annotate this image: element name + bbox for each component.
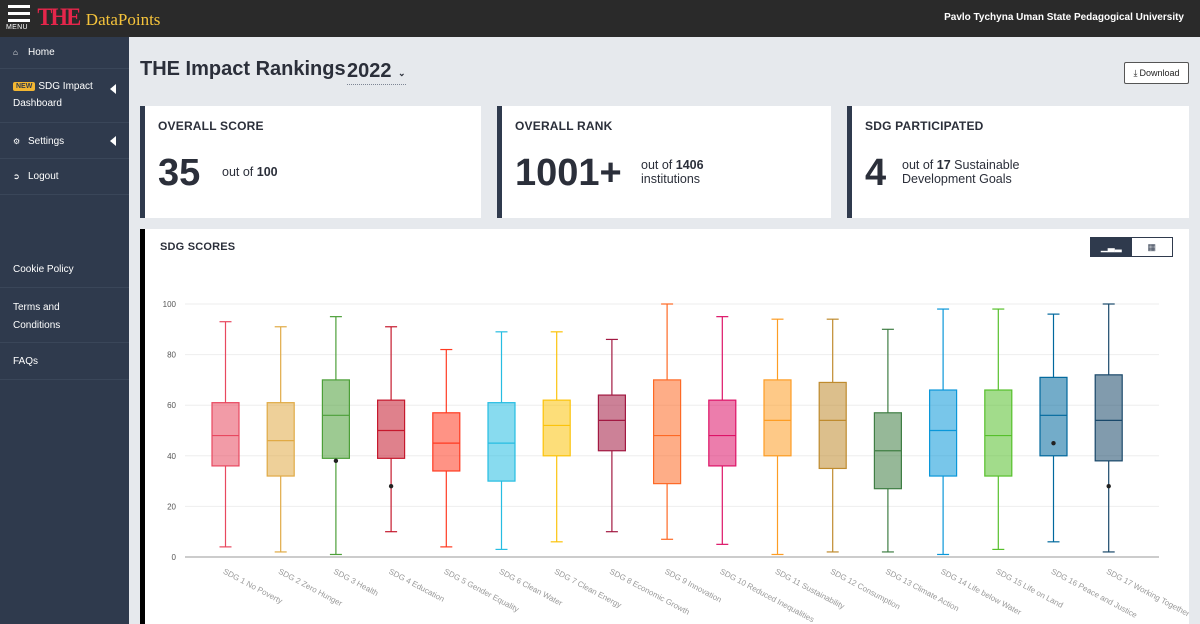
overall-score-value: 35 bbox=[158, 152, 201, 194]
menu-button[interactable]: MENU bbox=[6, 5, 32, 33]
home-icon: ⌂ bbox=[13, 48, 18, 57]
gears-icon: ⚙ bbox=[13, 137, 21, 146]
sub-line2: institutions bbox=[641, 172, 701, 186]
datapoints-logo[interactable]: THE DataPoints bbox=[35, 4, 161, 31]
institution-score-marker bbox=[333, 458, 339, 464]
logo-the: THE bbox=[37, 4, 81, 31]
institution-score-marker bbox=[1106, 483, 1111, 489]
box bbox=[818, 381, 847, 470]
y-tick-label: 100 bbox=[163, 300, 177, 309]
menu-label: MENU bbox=[6, 24, 28, 31]
sdg-boxplot-chart: 020406080100SDG 1 No PovertySDG 2 Zero H… bbox=[163, 300, 1189, 624]
caret-left-icon bbox=[110, 84, 116, 94]
sidebar-item-home[interactable]: ⌂ Home bbox=[0, 37, 129, 69]
sdg-participated-value: 4 bbox=[865, 152, 887, 194]
y-tick-label: 20 bbox=[167, 502, 176, 511]
x-tick-label: SDG 3 Health bbox=[332, 567, 380, 598]
box bbox=[377, 399, 406, 459]
box bbox=[432, 412, 461, 472]
sub-prefix: out of bbox=[902, 158, 934, 172]
box bbox=[928, 389, 958, 477]
box bbox=[266, 402, 295, 477]
top-bar: MENU THE DataPoints Pavlo Tychyna Uman S… bbox=[0, 0, 1200, 37]
box bbox=[763, 379, 792, 457]
sub-prefix: out of bbox=[222, 165, 254, 179]
overall-rank-value: 1001+ bbox=[515, 152, 622, 194]
box bbox=[708, 399, 737, 467]
sdg-scores-card: SDG SCORES ▁▃▂ ▦ 0 20 40 60 80 100 SDG 1 No Po… bbox=[140, 229, 1189, 624]
sub-bold: 1406 bbox=[675, 158, 704, 172]
x-tick-label: SDG 10 Reduced Inequalities bbox=[718, 567, 815, 624]
sidebar-item-faqs[interactable]: FAQs bbox=[0, 343, 129, 380]
card-title: SDG PARTICIPATED bbox=[865, 119, 984, 133]
y-tick-label: 40 bbox=[167, 452, 176, 461]
sidebar-item-label: Terms and bbox=[13, 302, 60, 313]
x-tick-label: SDG 1 No Poverty bbox=[222, 567, 284, 606]
box bbox=[1094, 374, 1123, 462]
sidebar-item-label: Cookie Policy bbox=[13, 264, 74, 275]
sidebar-item-terms[interactable]: Terms and Conditions bbox=[0, 288, 129, 343]
sidebar: ⌂ Home NEW SDG Impact Dashboard ⚙ Setting… bbox=[0, 37, 129, 624]
sidebar-item-label: FAQs bbox=[13, 356, 39, 367]
new-badge: NEW bbox=[13, 82, 36, 91]
logout-icon: ➲ bbox=[13, 172, 20, 181]
sub-bold: 100 bbox=[256, 165, 278, 179]
hamburger-icon-bar bbox=[8, 19, 30, 22]
y-tick-label: 80 bbox=[167, 351, 176, 360]
sidebar-item-settings[interactable]: ⚙ Settings bbox=[0, 123, 129, 159]
download-button[interactable]: ⤓ Download bbox=[1124, 62, 1189, 84]
sidebar-item-label: SDG Impact bbox=[38, 81, 93, 92]
overall-score-card: OVERALL SCORE 35 out of 100 bbox=[140, 106, 481, 218]
download-icon: ⤓ bbox=[1133, 67, 1138, 78]
sidebar-item-cookie-policy[interactable]: Cookie Policy bbox=[0, 250, 129, 288]
download-label: Download bbox=[1139, 68, 1180, 78]
x-tick-label: SDG 4 Education bbox=[387, 567, 446, 604]
hamburger-icon bbox=[8, 5, 30, 8]
chevron-down-icon: ⌄ bbox=[397, 68, 406, 78]
card-title: OVERALL SCORE bbox=[158, 119, 264, 133]
logo-datapoints: DataPoints bbox=[85, 9, 161, 29]
year-value: 2022 bbox=[347, 60, 392, 82]
sub-suffix: Sustainable bbox=[954, 158, 1020, 172]
sidebar-item-label: Logout bbox=[28, 171, 59, 182]
box bbox=[984, 389, 1013, 477]
sidebar-item-label: Home bbox=[28, 47, 55, 58]
overall-score-subtext: out of 100 bbox=[222, 165, 278, 179]
sidebar-item-label: Conditions bbox=[13, 320, 61, 331]
sub-prefix: out of bbox=[641, 158, 673, 172]
caret-left-icon bbox=[110, 135, 116, 146]
box bbox=[653, 379, 682, 485]
sidebar-item-sdg-impact[interactable]: NEW SDG Impact Dashboard bbox=[0, 69, 129, 123]
hamburger-icon-bar bbox=[8, 12, 30, 15]
sub-line2: Development Goals bbox=[902, 172, 1012, 186]
institution-score-marker bbox=[1051, 440, 1056, 446]
box bbox=[211, 402, 240, 467]
overall-rank-card: OVERALL RANK 1001+ out of 1406 instituti… bbox=[497, 106, 831, 218]
box bbox=[597, 394, 626, 452]
sidebar-item-label: Dashboard bbox=[13, 98, 62, 109]
year-select[interactable]: 2022 ⌄ bbox=[347, 60, 406, 85]
y-tick-label: 60 bbox=[167, 401, 176, 410]
sidebar-item-logout[interactable]: ➲ Logout bbox=[0, 159, 129, 195]
y-tick-label: 0 bbox=[172, 553, 177, 562]
overall-rank-subtext: out of 1406 institutions bbox=[641, 158, 704, 186]
sdg-participated-card: SDG PARTICIPATED 4 out of 17 Sustainable… bbox=[847, 106, 1189, 218]
x-tick-label: SDG 17 Working Together bbox=[1105, 567, 1189, 619]
box bbox=[542, 399, 571, 457]
box bbox=[321, 379, 350, 459]
institution-score-marker bbox=[388, 483, 394, 489]
sidebar-item-label: Settings bbox=[28, 136, 65, 147]
sdg-participated-subtext: out of 17 Sustainable Development Goals bbox=[902, 158, 1019, 186]
page-title: THE Impact Rankings bbox=[140, 58, 346, 80]
university-name: Pavlo Tychyna Uman State Pedagogical Uni… bbox=[944, 12, 1184, 23]
card-title: OVERALL RANK bbox=[515, 119, 613, 133]
sub-bold: 17 bbox=[936, 158, 951, 172]
box bbox=[487, 402, 516, 482]
